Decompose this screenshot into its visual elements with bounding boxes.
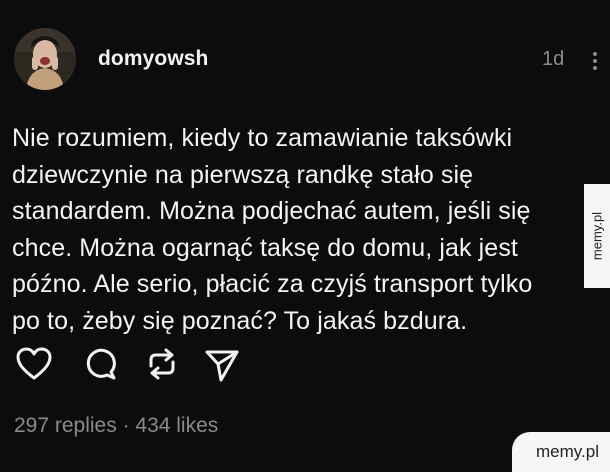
share-icon[interactable]: [202, 344, 242, 384]
post-stats[interactable]: 297 replies · 434 likes: [14, 414, 218, 438]
watermark-side-text: memy.pl: [589, 211, 605, 261]
heart-icon[interactable]: [14, 344, 54, 384]
watermark-corner-text: memy.pl: [536, 442, 599, 461]
avatar[interactable]: [14, 28, 76, 90]
username[interactable]: domyowsh: [98, 47, 208, 71]
more-options-icon[interactable]: [588, 46, 602, 76]
repost-icon[interactable]: [142, 344, 182, 384]
post-text: Nie rozumiem, kiedy to zamawianie taksów…: [12, 124, 533, 335]
watermark-corner: memy.pl: [512, 432, 610, 472]
watermark-side: memy.pl: [584, 184, 610, 288]
post-time: 1d: [542, 48, 565, 70]
comment-icon[interactable]: [80, 344, 120, 384]
